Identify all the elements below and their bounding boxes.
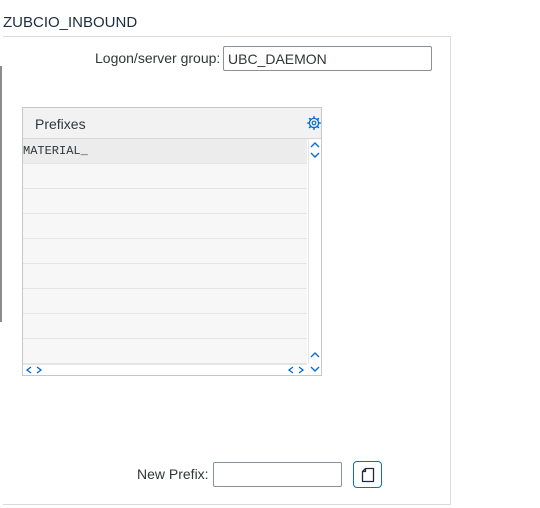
screen-title: ZUBCIO_INBOUND: [3, 14, 138, 31]
prefixes-table: Prefixes MATERIAL_: [22, 107, 322, 376]
logon-server-group-input[interactable]: [223, 46, 432, 71]
table-row[interactable]: [23, 214, 307, 239]
new-prefix-input[interactable]: [213, 462, 342, 487]
chevron-left-icon[interactable]: [286, 365, 296, 375]
table-row[interactable]: [23, 189, 307, 214]
left-edge-divider: [0, 66, 2, 322]
chevron-down-icon[interactable]: [309, 150, 321, 160]
prefixes-column-header[interactable]: Prefixes: [35, 116, 86, 132]
chevron-down-icon[interactable]: [309, 364, 321, 374]
prefixes-table-header: Prefixes: [23, 108, 321, 139]
table-row[interactable]: [23, 264, 307, 289]
sap-screen: ZUBCIO_INBOUND Logon/server group: Prefi…: [0, 0, 540, 508]
chevron-right-icon[interactable]: [34, 365, 44, 375]
chevron-right-icon[interactable]: [296, 365, 306, 375]
add-prefix-button[interactable]: [353, 461, 382, 488]
table-row[interactable]: MATERIAL_: [23, 139, 307, 164]
chevron-left-icon[interactable]: [24, 365, 34, 375]
vertical-scrollbar[interactable]: [308, 139, 321, 364]
table-row[interactable]: [23, 339, 307, 364]
chevron-up-icon[interactable]: [309, 350, 321, 360]
table-row[interactable]: [23, 289, 307, 314]
new-prefix-label: New Prefix:: [137, 466, 209, 482]
new-document-icon: [361, 467, 375, 483]
table-row[interactable]: [23, 239, 307, 264]
table-row[interactable]: [23, 314, 307, 339]
settings-gear-icon[interactable]: [307, 116, 321, 130]
chevron-up-icon[interactable]: [309, 140, 321, 150]
horizontal-scrollbar[interactable]: [23, 364, 307, 375]
prefixes-table-rows: MATERIAL_: [23, 139, 307, 364]
table-row[interactable]: [23, 164, 307, 189]
logon-server-group-label: Logon/server group:: [95, 50, 221, 66]
